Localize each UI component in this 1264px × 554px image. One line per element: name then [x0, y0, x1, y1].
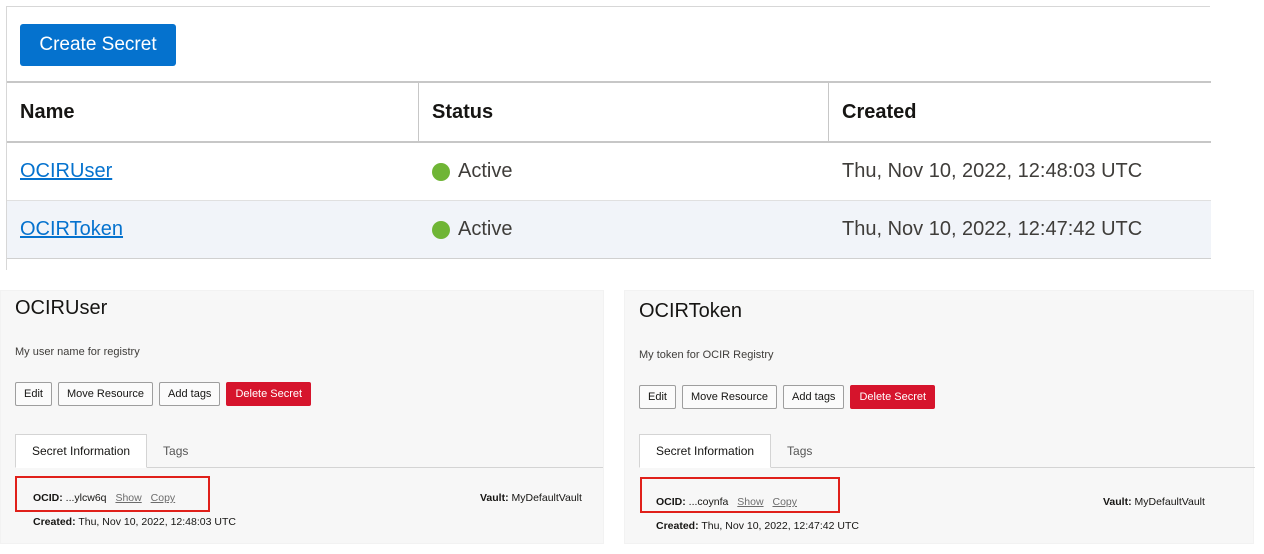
- tab-secret-information[interactable]: Secret Information: [15, 434, 148, 468]
- secret-description: My user name for registry: [15, 346, 140, 358]
- vault-value: MyDefaultVault: [1134, 496, 1205, 508]
- edit-button[interactable]: Edit: [15, 382, 52, 406]
- action-buttons: Edit Move Resource Add tags Delete Secre…: [15, 382, 312, 406]
- table-row: OCIRToken Active Thu, Nov 10, 2022, 12:4…: [7, 201, 1211, 259]
- vault-value: MyDefaultVault: [511, 492, 582, 504]
- delete-secret-button[interactable]: Delete Secret: [850, 385, 936, 409]
- column-header-created[interactable]: Created: [829, 83, 1211, 141]
- page-title: OCIRToken: [639, 300, 743, 322]
- status-text: Active: [458, 218, 513, 240]
- secret-description: My token for OCIR Registry: [639, 349, 774, 361]
- tab-tags[interactable]: Tags: [771, 434, 828, 468]
- created-date: Thu, Nov 10, 2022, 12:48:03 UTC: [842, 160, 1143, 182]
- secret-detail-ocir-token: OCIRToken My token for OCIR Registry Edi…: [624, 290, 1255, 544]
- move-resource-button[interactable]: Move Resource: [57, 382, 154, 406]
- status-active-icon: [432, 220, 450, 239]
- tab-tags[interactable]: Tags: [147, 434, 204, 468]
- delete-secret-button[interactable]: Delete Secret: [226, 382, 312, 406]
- detail-tabs: Secret Information Tags: [639, 434, 1255, 468]
- created-field: Created: Thu, Nov 10, 2022, 12:47:42 UTC: [656, 520, 859, 532]
- created-value: Thu, Nov 10, 2022, 12:47:42 UTC: [701, 520, 859, 532]
- add-tags-button[interactable]: Add tags: [783, 385, 845, 409]
- secret-link-ocir-user[interactable]: OCIRUser: [20, 160, 112, 183]
- vault-label: Vault:: [1103, 496, 1132, 508]
- detail-tabs: Secret Information Tags: [15, 434, 603, 468]
- status-text: Active: [458, 160, 513, 182]
- action-buttons: Edit Move Resource Add tags Delete Secre…: [639, 385, 936, 409]
- table-header: Name Status Created: [7, 81, 1211, 143]
- created-field: Created: Thu, Nov 10, 2022, 12:48:03 UTC: [33, 516, 236, 528]
- created-date: Thu, Nov 10, 2022, 12:47:42 UTC: [842, 218, 1143, 240]
- created-label: Created:: [656, 520, 699, 532]
- vault-field: Vault: MyDefaultVault: [1103, 496, 1205, 508]
- created-value: Thu, Nov 10, 2022, 12:48:03 UTC: [78, 516, 236, 528]
- status-active-icon: [432, 162, 450, 181]
- ocid-highlight-box: [640, 477, 840, 513]
- secret-detail-ocir-user: OCIRUser My user name for registry Edit …: [0, 290, 604, 544]
- secret-link-ocir-token[interactable]: OCIRToken: [20, 218, 123, 241]
- table-row: OCIRUser Active Thu, Nov 10, 2022, 12:48…: [7, 143, 1211, 201]
- add-tags-button[interactable]: Add tags: [159, 382, 221, 406]
- created-label: Created:: [33, 516, 76, 528]
- edit-button[interactable]: Edit: [639, 385, 676, 409]
- tab-secret-information[interactable]: Secret Information: [639, 434, 772, 468]
- secrets-table-panel: Create Secret Name Status Created OCIRUs…: [6, 6, 1211, 270]
- page-title: OCIRUser: [15, 297, 108, 319]
- move-resource-button[interactable]: Move Resource: [681, 385, 778, 409]
- vault-field: Vault: MyDefaultVault: [480, 492, 582, 504]
- vault-label: Vault:: [480, 492, 509, 504]
- column-header-status[interactable]: Status: [419, 83, 829, 141]
- create-secret-button[interactable]: Create Secret: [20, 24, 176, 66]
- ocid-highlight-box: [15, 476, 210, 512]
- column-header-name[interactable]: Name: [7, 83, 419, 141]
